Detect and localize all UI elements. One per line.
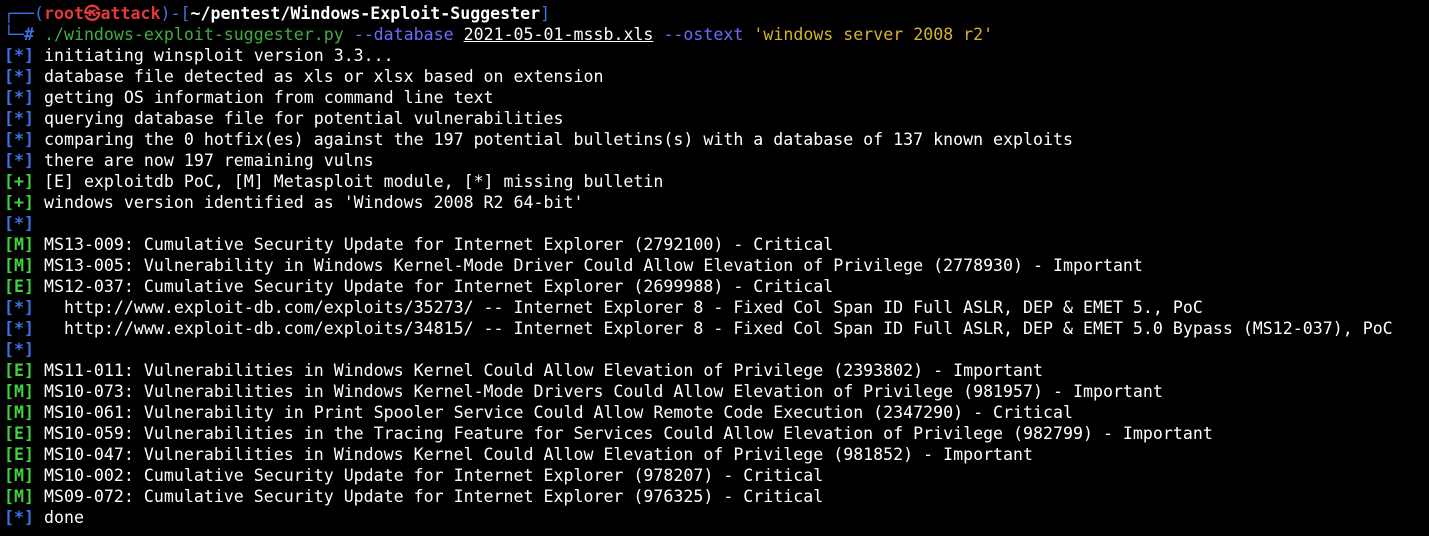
command-script: ./windows-exploit-suggester.py [43, 25, 344, 44]
prompt-user: root [43, 4, 84, 23]
skull-icon: ㉿ [83, 4, 101, 23]
output-tag: [*] [4, 508, 34, 527]
output-line: [E] MS12-037: Cumulative Security Update… [4, 276, 1429, 297]
output-line: [*] [4, 339, 1429, 360]
output-tag: [*] [4, 130, 34, 149]
command-flag-ostext: --ostext [663, 25, 744, 44]
output-message: querying database file for potential vul… [43, 109, 564, 128]
output-tag: [E] [4, 424, 34, 443]
terminal-output: [*] initiating winsploit version 3.3...[… [4, 45, 1429, 528]
output-message: MS13-009: Cumulative Security Update for… [43, 235, 834, 254]
output-message: comparing the 0 hotfix(es) against the 1… [43, 130, 1073, 149]
output-line: [*] comparing the 0 hotfix(es) against t… [4, 129, 1429, 150]
output-tag: [*] [4, 88, 34, 107]
output-message: database file detected as xls or xlsx ba… [43, 67, 604, 86]
prompt-frame-bottom: └─ [4, 25, 24, 44]
output-tag: [M] [4, 235, 34, 254]
output-line: [*] there are now 197 remaining vulns [4, 150, 1429, 171]
output-tag: [*] [4, 214, 34, 233]
output-line: [E] MS10-059: Vulnerabilities in the Tra… [4, 423, 1429, 444]
output-line: [*] database file detected as xls or xls… [4, 66, 1429, 87]
output-line: [*] querying database file for potential… [4, 108, 1429, 129]
terminal-window[interactable]: ┌──(root㉿attack)-[~/pentest/Windows-Expl… [0, 0, 1429, 536]
output-message: [E] exploitdb PoC, [M] Metasploit module… [43, 172, 664, 191]
command-database-file[interactable]: 2021-05-01-mssb.xls [464, 25, 654, 44]
output-line: [+] [E] exploitdb PoC, [M] Metasploit mo… [4, 171, 1429, 192]
output-line: [M] MS10-061: Vulnerability in Print Spo… [4, 402, 1429, 423]
output-line: [M] MS13-005: Vulnerability in Windows K… [4, 255, 1429, 276]
output-tag: [M] [4, 403, 34, 422]
prompt-path: ~/pentest/Windows-Exploit-Suggester [190, 4, 541, 23]
prompt-frame-close: ] [540, 4, 551, 23]
output-message: MS11-011: Vulnerabilities in Windows Ker… [43, 361, 1044, 380]
output-tag: [*] [4, 67, 34, 86]
output-tag: [M] [4, 382, 34, 401]
output-line: [E] MS11-011: Vulnerabilities in Windows… [4, 360, 1429, 381]
output-line: [M] MS10-002: Cumulative Security Update… [4, 465, 1429, 486]
output-tag: [*] [4, 298, 34, 317]
output-line: [*] http://www.exploit-db.com/exploits/3… [4, 297, 1429, 318]
output-line: [*] [4, 213, 1429, 234]
output-message: MS10-002: Cumulative Security Update for… [43, 466, 824, 485]
output-tag: [M] [4, 466, 34, 485]
output-message: MS10-061: Vulnerability in Print Spooler… [43, 403, 1073, 422]
output-tag: [*] [4, 340, 34, 359]
command-ostext-value: 'windows server 2008 r2' [753, 25, 994, 44]
output-tag: [*] [4, 151, 34, 170]
prompt-hash: # [23, 25, 34, 44]
output-line: [M] MS10-073: Vulnerabilities in Windows… [4, 381, 1429, 402]
output-message: done [43, 508, 84, 527]
output-line: [*] done [4, 507, 1429, 528]
output-tag: [+] [4, 193, 34, 212]
output-tag: [E] [4, 361, 34, 380]
output-message: MS10-073: Vulnerabilities in Windows Ker… [43, 382, 1163, 401]
output-tag: [E] [4, 445, 34, 464]
prompt-frame-mid: )-[ [160, 4, 191, 23]
output-message: http://www.exploit-db.com/exploits/34815… [43, 319, 1393, 338]
output-message: http://www.exploit-db.com/exploits/35273… [43, 298, 1203, 317]
output-tag: [M] [4, 487, 34, 506]
output-line: [*] http://www.exploit-db.com/exploits/3… [4, 318, 1429, 339]
output-line: [+] windows version identified as 'Windo… [4, 192, 1429, 213]
output-message: MS10-047: Vulnerabilities in Windows Ker… [43, 445, 1034, 464]
output-message: MS10-059: Vulnerabilities in the Tracing… [43, 424, 1213, 443]
command-line[interactable]: └─# ./windows-exploit-suggester.py --dat… [4, 24, 1429, 45]
output-message: getting OS information from command line… [43, 88, 494, 107]
output-message: MS13-005: Vulnerability in Windows Kerne… [43, 256, 1143, 275]
output-tag: [*] [4, 46, 34, 65]
output-line: [M] MS09-072: Cumulative Security Update… [4, 486, 1429, 507]
output-tag: [*] [4, 319, 34, 338]
prompt-host: attack [100, 4, 161, 23]
prompt-frame-open: ┌──( [4, 4, 44, 23]
output-line: [M] MS13-009: Cumulative Security Update… [4, 234, 1429, 255]
output-message: there are now 197 remaining vulns [43, 151, 374, 170]
output-message: MS12-037: Cumulative Security Update for… [43, 277, 834, 296]
output-tag: [+] [4, 172, 34, 191]
output-tag: [M] [4, 256, 34, 275]
prompt-header-line: ┌──(root㉿attack)-[~/pentest/Windows-Expl… [4, 3, 1429, 24]
output-message: windows version identified as 'Windows 2… [43, 193, 584, 212]
output-message: MS09-072: Cumulative Security Update for… [43, 487, 824, 506]
output-message: initiating winsploit version 3.3... [43, 46, 394, 65]
command-flag-database: --database [353, 25, 454, 44]
output-line: [E] MS10-047: Vulnerabilities in Windows… [4, 444, 1429, 465]
output-tag: [*] [4, 109, 34, 128]
output-line: [*] initiating winsploit version 3.3... [4, 45, 1429, 66]
output-tag: [E] [4, 277, 34, 296]
output-line: [*] getting OS information from command … [4, 87, 1429, 108]
